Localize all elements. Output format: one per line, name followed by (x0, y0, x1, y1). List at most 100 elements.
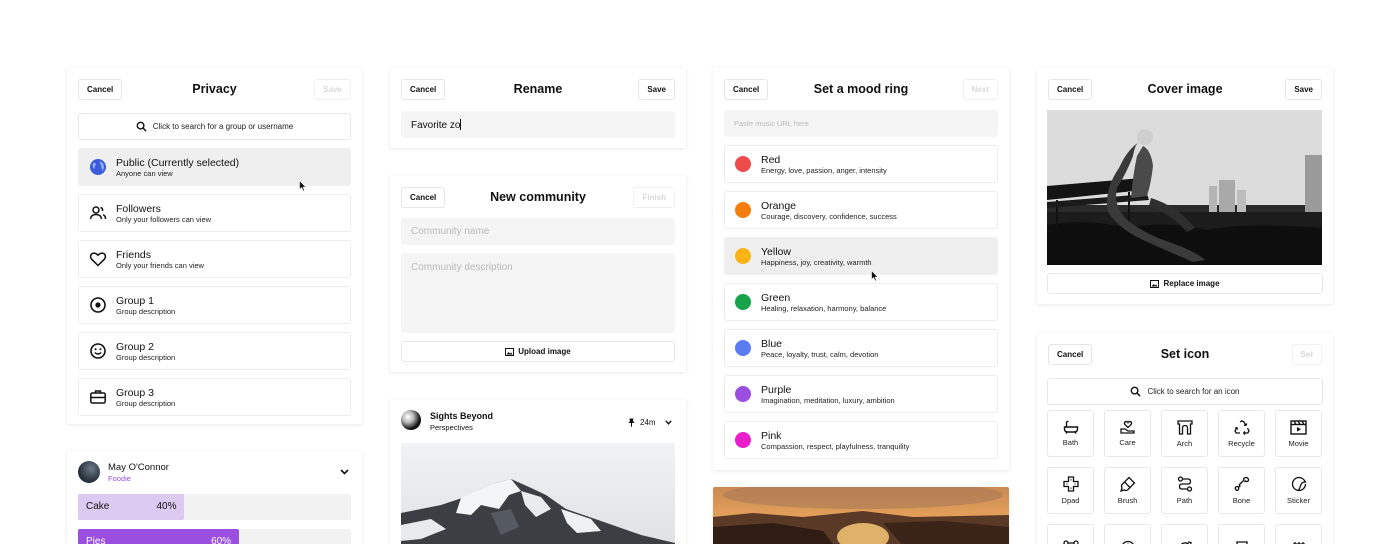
option-subtitle: Group description (116, 352, 176, 362)
pin-icon (628, 418, 635, 427)
replace-image-button[interactable]: Replace image (1047, 273, 1323, 294)
save-button[interactable]: Save (314, 79, 351, 100)
icon-option-brush[interactable]: Brush (1104, 467, 1151, 514)
mood-description: Compassion, respect, playfulness, tranqu… (761, 441, 910, 451)
search-icon (1131, 386, 1142, 397)
icon-option-bone[interactable]: Bone (1218, 467, 1265, 514)
post-time: 24m (640, 418, 656, 427)
icon-label: Bone (1232, 496, 1251, 505)
care-icon (1119, 420, 1135, 434)
mood-option-purple[interactable]: Purple Imagination, meditation, luxury, a… (724, 375, 998, 413)
icon-label: Care (1119, 438, 1136, 447)
mood-option-red[interactable]: Red Energy, love, passion, anger, intensi… (724, 145, 998, 183)
mood-color-dot (735, 248, 751, 264)
bath-icon (1063, 420, 1078, 434)
chevron-down-icon[interactable] (340, 469, 349, 475)
poll-option[interactable]: Pies 60% (78, 529, 351, 544)
page-title: Privacy (192, 82, 237, 96)
mood-color-dot (735, 432, 751, 448)
avatar (78, 461, 100, 483)
option-subtitle: Anyone can view (116, 168, 173, 178)
mood-option-pink[interactable]: Pink Compassion, respect, playfulness, tr… (724, 421, 998, 459)
save-button[interactable]: Save (638, 79, 675, 100)
privacy-option-friends[interactable]: Friends Only your friends can view (78, 240, 351, 278)
mood-name: Purple (761, 383, 792, 396)
seticon-header: Cancel Set icon Set (1048, 344, 1322, 368)
mood-option-orange[interactable]: Orange Courage, discovery, confidence, su… (724, 191, 998, 229)
set-icon-card: Cancel Set icon Set Click to search for … (1037, 333, 1333, 544)
mood-description: Happiness, joy, creativity, warmth (761, 257, 872, 267)
icon-label: Movie (1288, 438, 1309, 448)
icon-option-arch[interactable]: Arch (1161, 410, 1208, 457)
mood-option-blue[interactable]: Blue Peace, loyalty, trust, calm, devotio… (724, 329, 998, 367)
search-placeholder: Click to search for an icon (1147, 387, 1240, 396)
privacy-option-group-3[interactable]: Group 3 Group description (78, 378, 351, 416)
mouse-cursor-icon (299, 180, 307, 192)
clock-icon (1121, 540, 1134, 544)
cover-photo (1047, 110, 1322, 265)
icon-option[interactable] (1161, 524, 1208, 544)
community-header: Cancel New community Finish (401, 187, 675, 211)
poll-option-label: Pies (86, 536, 106, 544)
icon-option[interactable] (1104, 524, 1151, 544)
icon-option[interactable] (1275, 524, 1322, 544)
privacy-card: Cancel Privacy Save Click to search for … (67, 68, 362, 424)
option-title: Group 3 (116, 386, 154, 399)
icon-option-dpad[interactable]: Dpad (1047, 467, 1094, 514)
next-button[interactable]: Next (962, 79, 998, 100)
text-caret (460, 119, 462, 130)
mountain-photo (401, 443, 675, 544)
mood-color-dot (735, 294, 751, 310)
option-subtitle: Group description (116, 398, 176, 408)
privacy-option-followers[interactable]: Followers Only your followers can view (78, 194, 351, 232)
finish-button[interactable]: Finish (633, 187, 675, 208)
mood-description: Imagination, meditation, luxury, ambitio… (761, 395, 895, 405)
post-card: Sights Beyond Perspectives 24m (390, 400, 686, 544)
post-author: Sights Beyond (430, 411, 494, 421)
canyon-photo (713, 487, 1009, 544)
icon-option-bath[interactable]: Bath (1047, 410, 1094, 457)
icon-option[interactable] (1218, 524, 1265, 544)
page-title: Rename (513, 82, 563, 96)
icon-label: Recycle (1228, 438, 1255, 448)
privacy-option-public[interactable]: Public (Currently selected) Anyone can v… (78, 148, 351, 186)
icon-option-care[interactable]: Care (1104, 410, 1151, 457)
page-title: Set icon (1160, 347, 1210, 361)
mood-color-dot (735, 386, 751, 402)
poll-option[interactable]: Cake 40% (78, 494, 351, 520)
mood-name: Blue (761, 337, 783, 350)
option-title: Group 1 (116, 294, 154, 307)
icon-option-recycle[interactable]: Recycle (1218, 410, 1265, 457)
molecule-icon (1062, 539, 1079, 544)
set-button[interactable]: Set (1291, 344, 1322, 365)
avatar (401, 410, 421, 430)
mood-option-green[interactable]: Green Healing, relaxation, harmony, balan… (724, 283, 998, 321)
search-placeholder: Click to search for a group or username (152, 122, 294, 131)
brush-icon (1119, 476, 1135, 492)
option-title: Group 2 (116, 340, 154, 353)
icon-option-sticker[interactable]: Sticker (1275, 467, 1322, 514)
mood-description: Energy, love, passion, anger, intensity (761, 165, 887, 175)
canyon-photo-card (713, 487, 1009, 544)
privacy-option-group-2[interactable]: Group 2 Group description (78, 332, 351, 370)
poll-author: May O'Connor (108, 462, 169, 473)
icon-search-input[interactable]: Click to search for an icon (1047, 378, 1323, 405)
mood-option-yellow[interactable]: Yellow Happiness, joy, creativity, warmth (724, 237, 998, 275)
privacy-option-group-1[interactable]: Group 1 Group description (78, 286, 351, 324)
save-button[interactable]: Save (1285, 79, 1322, 100)
community-description-field[interactable]: Community description (401, 253, 675, 333)
icon-label: Brush (1117, 496, 1138, 505)
icon-option-path[interactable]: Path (1161, 467, 1208, 514)
poll-option-percent: 60% (211, 536, 232, 544)
music-url-input[interactable]: Paste music URL here (724, 110, 998, 137)
group-search-input[interactable]: Click to search for a group or username (78, 113, 351, 140)
upload-image-button[interactable]: Upload image (401, 341, 675, 362)
icon-label: Arch (1176, 438, 1193, 448)
icon-option-movie[interactable]: Movie (1275, 410, 1322, 457)
icon-option[interactable] (1047, 524, 1094, 544)
rename-input[interactable]: Favorite zo (401, 111, 675, 138)
heart-icon (89, 250, 107, 268)
chevron-down-icon[interactable] (665, 420, 672, 425)
page-title: Set a mood ring (813, 82, 909, 96)
community-name-field[interactable]: Community name (401, 218, 675, 245)
